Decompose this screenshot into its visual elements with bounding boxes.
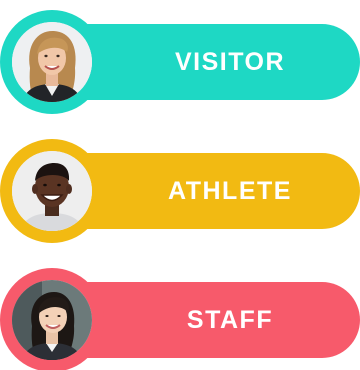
athlete-avatar — [12, 151, 92, 231]
visitor-avatar-ring — [0, 10, 104, 114]
staff-label: STAFF — [186, 306, 274, 334]
athlete-avatar-ring — [0, 139, 104, 243]
staff-role-button[interactable]: STAFF — [0, 268, 360, 370]
staff-avatar-ring — [0, 268, 104, 370]
role-selection: VISITOR ATHLETE STAFF — [0, 0, 360, 370]
visitor-avatar — [12, 22, 92, 102]
athlete-role-button[interactable]: ATHLETE — [0, 139, 360, 247]
athlete-label: ATHLETE — [168, 177, 292, 205]
staff-avatar — [12, 280, 92, 360]
visitor-label: VISITOR — [174, 48, 286, 76]
visitor-role-button[interactable]: VISITOR — [0, 10, 360, 118]
